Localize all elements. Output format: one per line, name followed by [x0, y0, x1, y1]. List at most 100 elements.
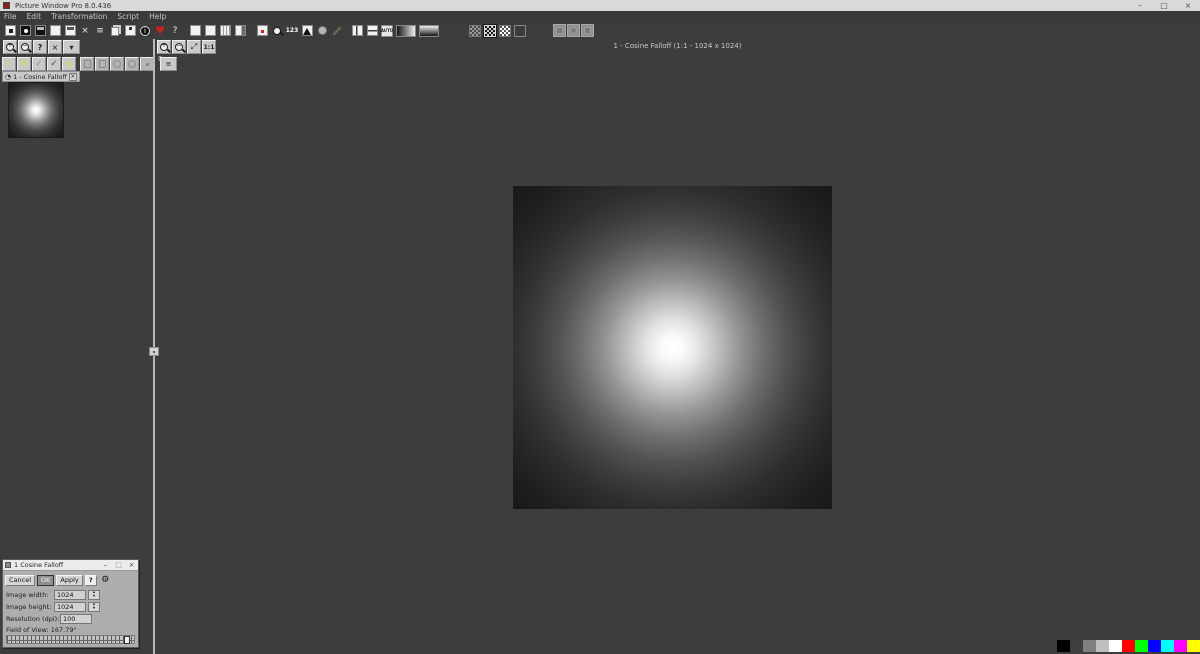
color-swatch[interactable]	[1187, 640, 1200, 652]
color-swatch[interactable]	[1083, 640, 1096, 652]
spin-down-icon[interactable]: ▾	[93, 607, 95, 611]
image-tab[interactable]: ◔ 1 - Cosine Falloff ×	[2, 71, 80, 82]
checker-pattern-button-1[interactable]	[468, 24, 482, 38]
menu-item-script[interactable]: Script	[117, 12, 139, 21]
cancel-button[interactable]: Cancel	[5, 575, 35, 586]
fov-slider-track	[7, 640, 134, 641]
zoom-out-icon: −	[21, 43, 29, 51]
grid-pattern-button[interactable]	[513, 24, 527, 38]
horizontal-split-button[interactable]	[365, 24, 379, 38]
browse-button[interactable]	[255, 24, 269, 38]
vertical-split-button[interactable]	[350, 24, 364, 38]
panel-layout-icon-4	[235, 25, 246, 36]
color-swatch[interactable]	[1122, 640, 1135, 652]
copy-icon	[111, 27, 119, 36]
menu-item-edit[interactable]: Edit	[27, 12, 42, 21]
menu-lines-button[interactable]: ≡	[93, 24, 107, 38]
color-swatch[interactable]	[1070, 640, 1083, 652]
annotate-button[interactable]	[330, 24, 344, 38]
color-swatch[interactable]	[1096, 640, 1109, 652]
histogram-button[interactable]	[300, 24, 314, 38]
title-bar: Picture Window Pro 8.0.436 – □ ×	[0, 0, 1200, 11]
color-swatch[interactable]	[1161, 640, 1174, 652]
pencil-icon	[333, 26, 341, 34]
apply-check-button-1[interactable]: ✓	[2, 57, 16, 71]
color-swatch[interactable]	[1135, 640, 1148, 652]
checker-pattern-button-2[interactable]	[483, 24, 497, 38]
colorwheel-button[interactable]	[315, 24, 329, 38]
mask-circle-icon	[128, 60, 136, 68]
ok-button[interactable]: OK	[37, 575, 54, 586]
checker-pattern-button-3[interactable]	[498, 24, 512, 38]
fov-slider-handle[interactable]	[124, 636, 130, 644]
zoom-out-button[interactable]: −	[18, 40, 32, 54]
color-swatch[interactable]	[1174, 640, 1187, 652]
image-tab-close-button[interactable]: ×	[69, 73, 77, 81]
clipboard-button[interactable]	[123, 24, 137, 38]
dialog-help-button[interactable]: ?	[85, 575, 97, 586]
image-width-field[interactable]	[54, 590, 86, 600]
dialog-close-button[interactable]: ×	[125, 560, 138, 571]
menu-item-file[interactable]: File	[4, 12, 17, 21]
check-icon: ✓	[50, 59, 58, 69]
histogram-icon	[302, 25, 313, 36]
apply-check-button-2[interactable]: ↯	[17, 57, 31, 71]
disabled-tool-icon-3	[584, 27, 591, 34]
apply-check-button-3[interactable]: ✓	[32, 57, 46, 71]
disabled-tool-button-1	[553, 24, 566, 37]
dialog-button-row: Cancel OK Apply ? ⚙	[3, 571, 138, 588]
close-button[interactable]: ×	[1176, 0, 1200, 11]
new-image-button[interactable]	[48, 24, 62, 38]
apply-lightning-button[interactable]: ↯	[62, 57, 76, 71]
camera-button[interactable]	[18, 24, 32, 38]
gradient-swatch-button-1[interactable]	[395, 24, 417, 38]
main-image-canvas[interactable]	[513, 186, 832, 509]
disabled-tool-icon-2	[570, 27, 577, 34]
panel-layout-button-4[interactable]	[233, 24, 247, 38]
help-button[interactable]: ?	[168, 24, 182, 38]
color-swatch[interactable]	[1109, 640, 1122, 652]
menu-item-transformation[interactable]: Transformation	[51, 12, 107, 21]
image-height-field[interactable]	[54, 602, 86, 612]
image-width-stepper[interactable]: ▴ ▾	[88, 590, 100, 600]
favorites-button[interactable]: ♥	[153, 24, 167, 38]
image-height-stepper[interactable]: ▴ ▾	[88, 602, 100, 612]
gradient-swatch-button-2[interactable]	[418, 24, 440, 38]
close-image-button[interactable]: ×	[78, 24, 92, 38]
open-image-button[interactable]	[3, 24, 17, 38]
close-view-button[interactable]: ×	[48, 40, 62, 54]
readout-button[interactable]	[33, 24, 47, 38]
maximize-button[interactable]: □	[1152, 0, 1176, 11]
context-help-button[interactable]: ?	[33, 40, 47, 54]
gradient-swatch-icon-1	[396, 25, 416, 37]
numbers-button[interactable]: 123	[285, 24, 299, 38]
auto-button[interactable]: AUTO	[380, 24, 394, 38]
panel-layout-button-1[interactable]	[188, 24, 202, 38]
apply-button[interactable]: Apply	[56, 575, 82, 586]
fov-slider[interactable]	[6, 635, 135, 644]
splitter-handle[interactable]	[149, 347, 159, 356]
dialog-title-bar[interactable]: 1 Cosine Falloff – □ ×	[3, 560, 138, 571]
info-button[interactable]: i	[138, 24, 152, 38]
resolution-field[interactable]	[60, 614, 92, 624]
menu-bar: File Edit Transformation Script Help	[0, 11, 1200, 22]
readout-icon	[35, 25, 46, 36]
apply-check-button-4[interactable]: ✓	[47, 57, 61, 71]
magnifier-button[interactable]	[270, 24, 284, 38]
menu-item-help[interactable]: Help	[149, 12, 166, 21]
pie-circle-icon: ◔	[5, 73, 11, 81]
panel-layout-button-3[interactable]	[218, 24, 232, 38]
mask-options-button[interactable]: ≡	[160, 57, 177, 71]
panel-layout-button-2[interactable]	[203, 24, 217, 38]
color-swatch[interactable]	[1148, 640, 1161, 652]
image-thumbnail[interactable]	[8, 82, 64, 138]
color-swatch[interactable]	[1057, 640, 1070, 652]
dialog-minimize-button[interactable]: –	[99, 560, 112, 571]
dropdown-button[interactable]: ▾	[63, 40, 80, 54]
copy-button[interactable]	[108, 24, 122, 38]
minimize-button[interactable]: –	[1128, 0, 1152, 11]
settings-button[interactable]: ⚙	[99, 574, 112, 586]
print-button[interactable]	[63, 24, 77, 38]
zoom-in-button[interactable]: +	[3, 40, 17, 54]
spin-down-icon[interactable]: ▾	[93, 595, 95, 599]
